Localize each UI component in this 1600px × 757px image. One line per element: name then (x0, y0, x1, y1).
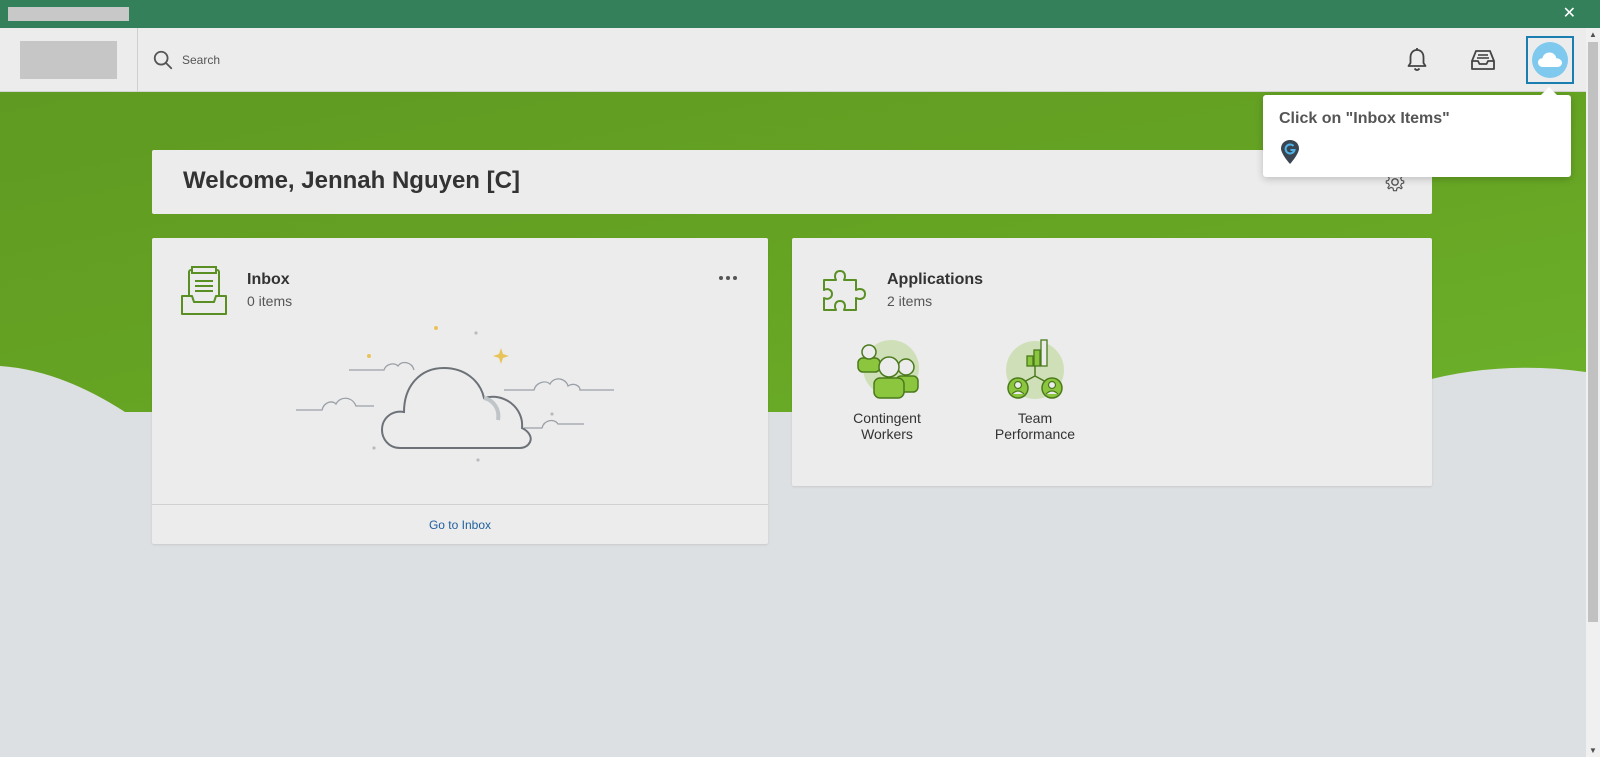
app-label-line1: Team (1017, 410, 1053, 426)
empty-cloud-illustration (296, 326, 614, 462)
avatar (1532, 42, 1568, 78)
dot-icon (726, 276, 730, 280)
app-tile-contingent-workers[interactable]: Contingent Workers (832, 338, 942, 442)
window-title-redacted (8, 7, 129, 21)
dot-icon (719, 276, 723, 280)
company-logo[interactable] (20, 41, 117, 79)
cloud-icon (1538, 52, 1562, 67)
profile-button[interactable] (1526, 36, 1574, 84)
inbox-tray-icon (1471, 50, 1495, 70)
welcome-banner: Welcome, Jennah Nguyen [C] (152, 150, 1432, 214)
app-label-line2: Workers (861, 426, 913, 442)
page-title: Welcome, Jennah Nguyen [C] (183, 167, 520, 194)
inbox-card: Inbox 0 items Go to Inbox (152, 238, 768, 544)
dot-icon (733, 276, 737, 280)
close-icon[interactable]: ✕ (1563, 4, 1576, 22)
inbox-title: Inbox (247, 271, 290, 288)
scrollbar-thumb[interactable] (1588, 42, 1598, 622)
more-options-button[interactable] (714, 268, 742, 288)
app-label-line2: Performance (994, 426, 1076, 442)
search-icon (153, 50, 173, 70)
puzzle-piece-icon (823, 270, 866, 311)
header-divider (137, 28, 138, 92)
inbox-button[interactable] (1467, 44, 1499, 76)
go-to-inbox-link[interactable]: Go to Inbox (429, 518, 491, 532)
applications-card: Applications 2 items Contingent Workers (792, 238, 1432, 486)
guidance-tooltip: Click on "Inbox Items" (1263, 87, 1571, 177)
inbox-card-footer: Go to Inbox (152, 504, 768, 544)
app-header (0, 28, 1586, 92)
scroll-up-icon[interactable]: ▲ (1586, 30, 1600, 39)
contingent-workers-icon (857, 340, 919, 399)
team-performance-icon (1006, 339, 1064, 399)
scroll-down-icon[interactable]: ▼ (1586, 746, 1600, 755)
window-title-bar: ✕ (0, 0, 1600, 28)
app-label-line1: Contingent (853, 410, 921, 426)
applications-count: 2 items (887, 293, 933, 309)
search-input[interactable] (182, 53, 462, 67)
inbox-count: 0 items (247, 293, 293, 309)
bell-icon (1407, 48, 1427, 71)
location-pin-icon[interactable] (1279, 139, 1301, 165)
inbox-stack-icon (181, 266, 227, 315)
app-tile-team-performance[interactable]: Team Performance (980, 338, 1090, 442)
applications-title: Applications (887, 271, 984, 288)
page-scrollbar[interactable]: ▲ ▼ (1586, 28, 1600, 757)
notifications-button[interactable] (1401, 44, 1433, 76)
search-bar[interactable] (152, 46, 472, 74)
tooltip-message: Click on "Inbox Items" (1279, 110, 1450, 127)
